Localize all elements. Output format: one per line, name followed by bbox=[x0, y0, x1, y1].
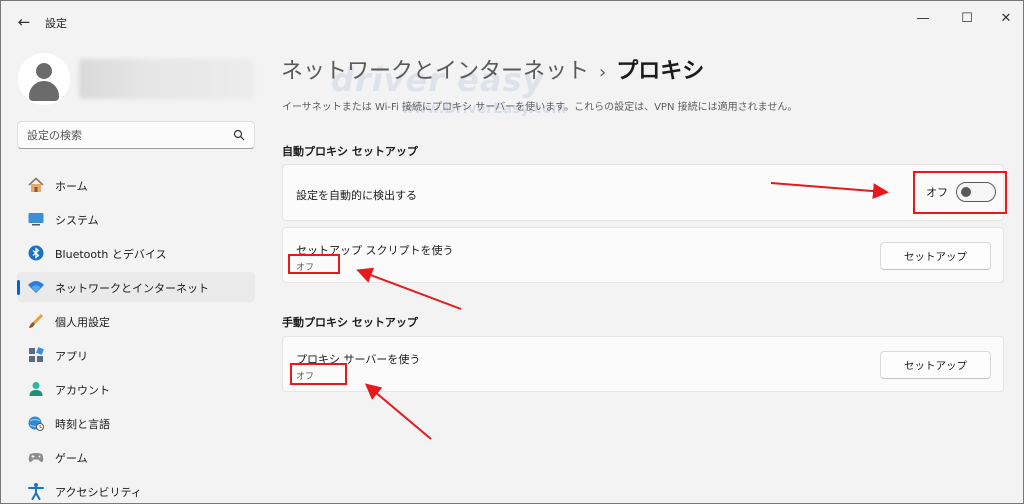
sidebar-item-label: ネットワークとインターネット bbox=[55, 282, 209, 295]
sidebar-item-bluetooth[interactable]: Bluetooth とデバイス bbox=[17, 238, 255, 268]
sidebar-item-label: Bluetooth とデバイス bbox=[55, 248, 167, 261]
sidebar: ホーム システム Bluetooth とデバイス ネットワークとインターネット … bbox=[1, 41, 271, 504]
sidebar-item-label: ホーム bbox=[55, 180, 88, 193]
proxy-server-setup-button[interactable]: セットアップ bbox=[880, 351, 991, 379]
apps-icon bbox=[29, 347, 44, 362]
annotation-box-proxy-status bbox=[290, 363, 347, 385]
accessibility-icon bbox=[28, 483, 44, 500]
minimize-button[interactable]: — bbox=[908, 7, 938, 29]
maximize-button[interactable]: ☐ bbox=[952, 7, 982, 29]
avatar[interactable] bbox=[18, 53, 70, 105]
sidebar-item-label: アプリ bbox=[55, 350, 88, 363]
setup-script-button[interactable]: セットアップ bbox=[880, 242, 991, 270]
account-icon bbox=[29, 382, 43, 396]
breadcrumb: ネットワークとインターネット › プロキシ bbox=[281, 53, 704, 85]
avatar-head-shape bbox=[36, 63, 52, 79]
sidebar-item-label: アクセシビリティ bbox=[55, 486, 142, 499]
back-arrow-icon: ← bbox=[17, 13, 31, 31]
sidebar-item-gaming[interactable]: ゲーム bbox=[17, 442, 255, 472]
system-icon bbox=[28, 213, 44, 226]
brush-icon bbox=[29, 314, 43, 328]
title-bar: ← 設定 — ☐ ✕ bbox=[1, 1, 1023, 41]
app-title: 設定 bbox=[45, 17, 67, 30]
annotation-box-toggle bbox=[913, 171, 1007, 214]
search-input[interactable] bbox=[27, 126, 227, 144]
bluetooth-icon bbox=[28, 245, 44, 261]
page-description: イーサネットまたは Wi-Fi 接続にプロキシ サーバーを使います。これらの設定… bbox=[282, 102, 798, 113]
sidebar-item-label: ゲーム bbox=[55, 452, 88, 465]
annotation-box-script-status bbox=[288, 254, 340, 274]
annotation-arrow bbox=[364, 383, 432, 440]
sidebar-item-label: 個人用設定 bbox=[55, 316, 110, 329]
auto-detect-label: 設定を自動的に検出する bbox=[296, 189, 417, 202]
sidebar-item-accounts[interactable]: アカウント bbox=[17, 374, 255, 404]
sidebar-item-label: システム bbox=[55, 214, 99, 227]
selected-indicator bbox=[17, 280, 20, 295]
auto-proxy-section-title: 自動プロキシ セットアップ bbox=[282, 145, 418, 158]
breadcrumb-parent[interactable]: ネットワークとインターネット bbox=[281, 59, 589, 84]
gaming-icon bbox=[28, 453, 44, 462]
sidebar-item-network[interactable]: ネットワークとインターネット bbox=[17, 272, 255, 302]
time-language-icon bbox=[28, 416, 44, 431]
sidebar-item-home[interactable]: ホーム bbox=[17, 170, 255, 200]
search-icon[interactable] bbox=[233, 129, 245, 141]
sidebar-item-accessibility[interactable]: アクセシビリティ bbox=[17, 476, 255, 504]
sidebar-item-system[interactable]: システム bbox=[17, 204, 255, 234]
setup-script-card: セットアップ スクリプトを使う オフ セットアップ bbox=[282, 227, 1004, 283]
close-button[interactable]: ✕ bbox=[991, 7, 1021, 29]
avatar-body-shape bbox=[29, 81, 59, 101]
breadcrumb-separator: › bbox=[599, 62, 607, 83]
back-button[interactable]: ← bbox=[13, 11, 35, 33]
auto-detect-card: 設定を自動的に検出する オフ bbox=[282, 164, 1004, 221]
sidebar-item-time-language[interactable]: 時刻と言語 bbox=[17, 408, 255, 438]
manual-proxy-section-title: 手動プロキシ セットアップ bbox=[282, 316, 418, 329]
proxy-server-card: プロキシ サーバーを使う オフ セットアップ bbox=[282, 336, 1004, 392]
sidebar-item-label: アカウント bbox=[55, 384, 110, 397]
page-title: プロキシ bbox=[616, 59, 705, 84]
sidebar-item-apps[interactable]: アプリ bbox=[17, 340, 255, 370]
sidebar-item-label: 時刻と言語 bbox=[55, 418, 110, 431]
network-icon bbox=[28, 281, 44, 293]
home-icon bbox=[28, 177, 44, 192]
sidebar-item-personalization[interactable]: 個人用設定 bbox=[17, 306, 255, 336]
search-box[interactable] bbox=[17, 121, 255, 149]
username-redacted bbox=[79, 59, 254, 99]
